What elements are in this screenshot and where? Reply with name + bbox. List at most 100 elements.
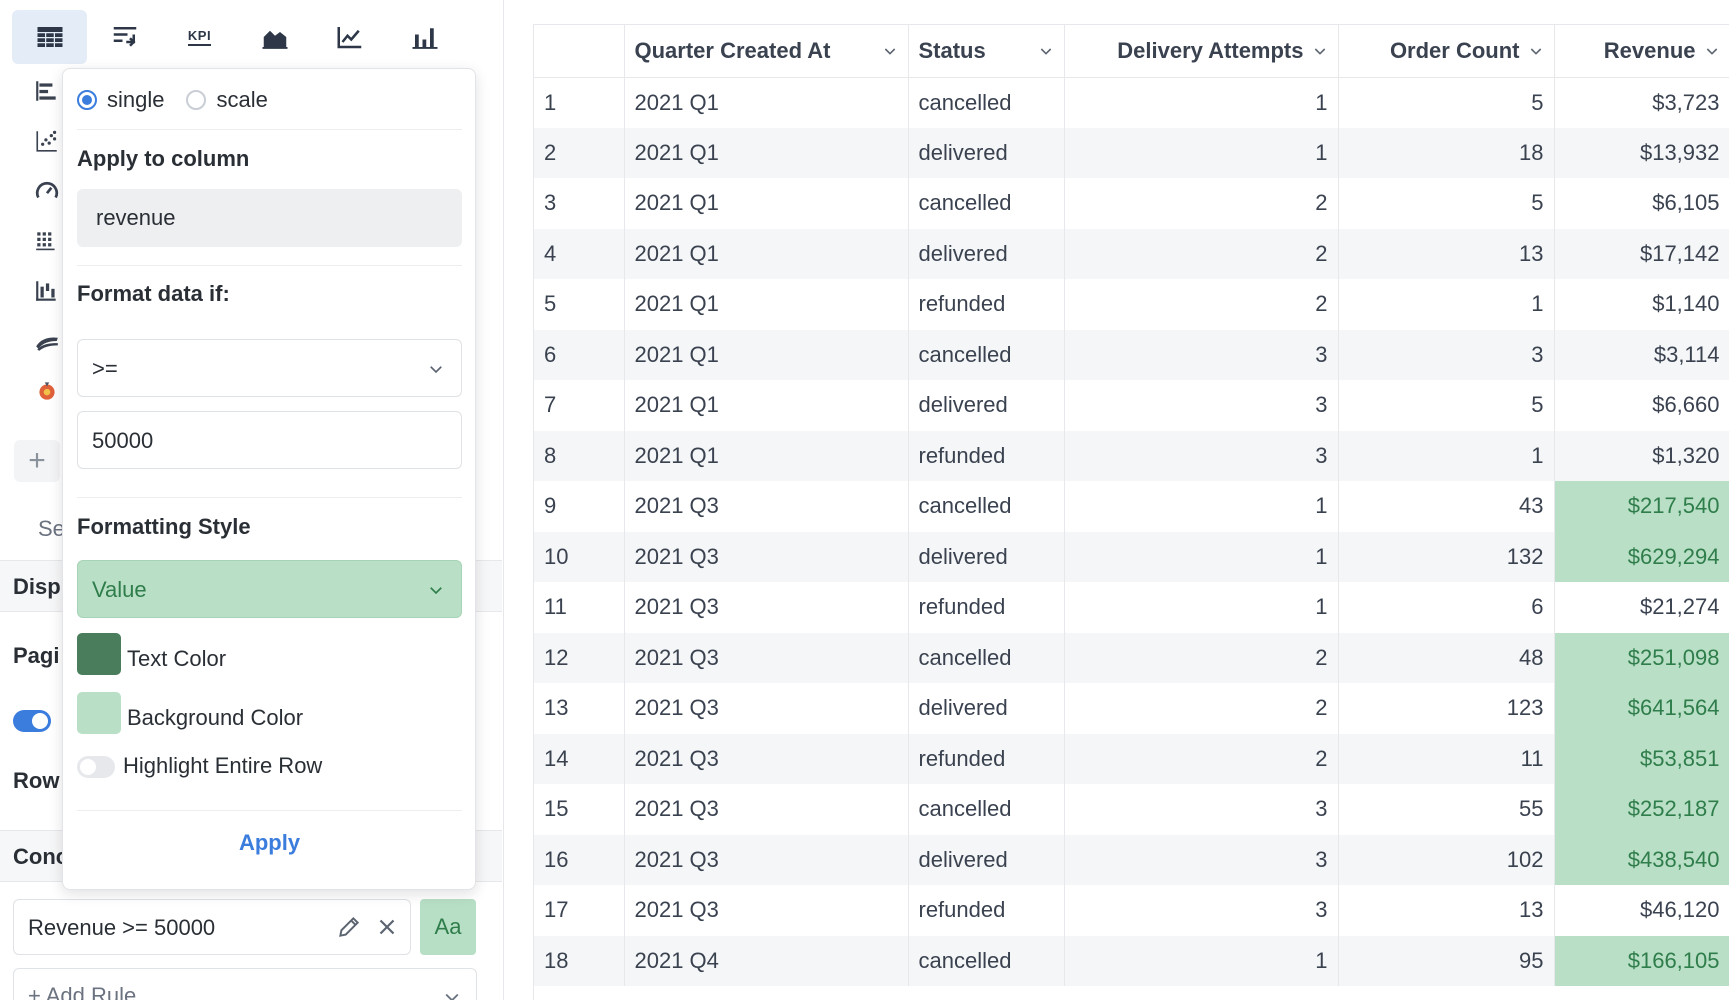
row-index-cell: 3	[534, 178, 625, 229]
text-color-swatch[interactable]	[77, 633, 121, 675]
delivery-attempts-cell: 3	[1064, 430, 1339, 481]
threshold-value: 50000	[92, 428, 154, 453]
close-icon[interactable]	[374, 914, 400, 940]
row-index-cell: 17	[534, 885, 625, 936]
formatting-style-label: Formatting Style	[77, 514, 251, 539]
table-row[interactable]: 2 2021 Q1 delivered 1 18 $13,932	[534, 127, 1729, 178]
apply-button[interactable]: Apply	[77, 821, 462, 865]
row-index-cell: 11	[534, 582, 625, 633]
table-chart-button[interactable]	[12, 10, 87, 64]
display-section-title: Disp	[13, 574, 61, 599]
table-row[interactable]: 8 2021 Q1 refunded 3 1 $1,320	[534, 430, 1729, 481]
table-row[interactable]: 10 2021 Q3 delivered 1 132 $629,294	[534, 531, 1729, 582]
formatting-rule-item[interactable]: Revenue >= 50000	[13, 899, 411, 955]
column-field[interactable]: revenue	[77, 189, 462, 247]
row-index-cell: 12	[534, 632, 625, 683]
background-color-swatch[interactable]	[77, 692, 121, 734]
table-row[interactable]: 11 2021 Q3 refunded 1 6 $21,274	[534, 582, 1729, 633]
column-header-status[interactable]: Status	[908, 25, 1065, 78]
quarter-cell: 2021 Q1	[624, 228, 909, 279]
scatter-chart-icon[interactable]	[34, 128, 60, 154]
sankey-chart-icon[interactable]	[34, 378, 60, 404]
status-cell: refunded	[908, 885, 1065, 936]
gauge-chart-icon[interactable]	[34, 178, 60, 204]
pagination-toggle[interactable]	[13, 710, 51, 732]
table-row[interactable]: 9 2021 Q3 cancelled 1 43 $217,540	[534, 481, 1729, 532]
delivery-attempts-cell: 3	[1064, 885, 1339, 936]
quarter-cell: 2021 Q3	[624, 481, 909, 532]
chevron-down-icon	[445, 993, 459, 1000]
table-row[interactable]: 13 2021 Q3 delivered 2 123 $641,564	[534, 683, 1729, 734]
revenue-cell: $251,098	[1554, 632, 1729, 683]
status-cell: refunded	[908, 279, 1065, 330]
funnel-chart-icon[interactable]	[34, 228, 60, 254]
column-header-label: Status	[918, 37, 986, 63]
table-row[interactable]: 1 2021 Q1 cancelled 1 5 $3,723	[534, 77, 1729, 128]
highlight-row-label: Highlight Entire Row	[123, 753, 323, 778]
bar-chart-button[interactable]	[387, 10, 462, 64]
kpi-chart-button[interactable]: KPI	[162, 10, 237, 64]
table-row[interactable]: 18 2021 Q4 cancelled 1 95 $166,105	[534, 935, 1729, 986]
pencil-icon[interactable]	[336, 914, 362, 940]
single-radio[interactable]	[77, 90, 97, 110]
line-chart-button[interactable]	[312, 10, 387, 64]
single-radio-label[interactable]: single	[107, 87, 164, 113]
formatting-style-select[interactable]: Value	[77, 560, 462, 618]
row-index-cell: 2	[534, 127, 625, 178]
column-header-delivery-attempts[interactable]: Delivery Attempts	[1064, 25, 1339, 78]
delivery-attempts-cell: 1	[1064, 481, 1339, 532]
chevron-down-icon[interactable]	[1528, 43, 1544, 59]
divider	[77, 265, 462, 266]
threshold-input[interactable]: 50000	[77, 411, 462, 469]
chevron-down-icon[interactable]	[1704, 43, 1720, 59]
highlight-row-toggle[interactable]	[77, 756, 115, 778]
column-header-quarter[interactable]: Quarter Created At	[624, 25, 909, 78]
status-cell: cancelled	[908, 329, 1065, 380]
table-row[interactable]: 4 2021 Q1 delivered 2 13 $17,142	[534, 228, 1729, 279]
revenue-cell: $1,320	[1554, 430, 1729, 481]
add-chart-type-button[interactable]: +	[14, 440, 60, 482]
order-count-cell: 6	[1338, 582, 1555, 633]
delivery-attempts-cell: 3	[1064, 834, 1339, 885]
column-header-order-count[interactable]: Order Count	[1338, 25, 1555, 78]
conditional-section-title: Conc	[13, 844, 68, 869]
table-row[interactable]: 5 2021 Q1 refunded 2 1 $1,140	[534, 279, 1729, 330]
quarter-cell: 2021 Q1	[624, 329, 909, 380]
rule-style-preview[interactable]: Aa	[420, 899, 476, 955]
row-index-cell: 13	[534, 683, 625, 734]
quarter-cell: 2021 Q3	[624, 834, 909, 885]
operator-select[interactable]: >=	[77, 339, 462, 397]
delivery-attempts-cell: 1	[1064, 77, 1339, 128]
status-cell: cancelled	[908, 784, 1065, 835]
table-row[interactable]: 7 2021 Q1 delivered 3 5 $6,660	[534, 380, 1729, 431]
chevron-down-icon[interactable]	[1038, 43, 1054, 59]
waterfall-chart-icon[interactable]	[34, 278, 60, 304]
row-index-cell: 6	[534, 329, 625, 380]
table-row[interactable]: 17 2021 Q3 refunded 3 13 $46,120	[534, 885, 1729, 936]
area-chart-button[interactable]	[237, 10, 312, 64]
status-cell: delivered	[908, 834, 1065, 885]
revenue-cell: $629,294	[1554, 531, 1729, 582]
add-rule-dropdown[interactable]: + Add Rule...	[13, 968, 477, 1000]
chevron-down-icon[interactable]	[882, 43, 898, 59]
revenue-cell: $1,140	[1554, 279, 1729, 330]
map-chart-icon[interactable]	[34, 328, 60, 354]
order-count-cell: 102	[1338, 834, 1555, 885]
line-chart-icon	[337, 27, 361, 49]
column-header-revenue[interactable]: Revenue	[1554, 25, 1729, 78]
table-row[interactable]: 12 2021 Q3 cancelled 2 48 $251,098	[534, 632, 1729, 683]
quarter-cell: 2021 Q3	[624, 582, 909, 633]
table-row[interactable]: 3 2021 Q1 cancelled 2 5 $6,105	[534, 178, 1729, 229]
pivot-table-button[interactable]	[87, 10, 162, 64]
table-row[interactable]: 16 2021 Q3 delivered 3 102 $438,540	[534, 834, 1729, 885]
chevron-down-icon[interactable]	[1312, 43, 1328, 59]
table-row[interactable]: 14 2021 Q3 refunded 2 11 $53,851	[534, 733, 1729, 784]
table-row[interactable]: 15 2021 Q3 cancelled 3 55 $252,187	[534, 784, 1729, 835]
divider	[77, 810, 462, 811]
scale-radio[interactable]	[186, 90, 207, 110]
status-cell: refunded	[908, 733, 1065, 784]
table-row[interactable]: 6 2021 Q1 cancelled 3 3 $3,114	[534, 329, 1729, 380]
scale-radio-label[interactable]: scale	[216, 87, 267, 113]
row-chart-icon[interactable]	[34, 78, 60, 104]
revenue-cell: $3,114	[1554, 329, 1729, 380]
